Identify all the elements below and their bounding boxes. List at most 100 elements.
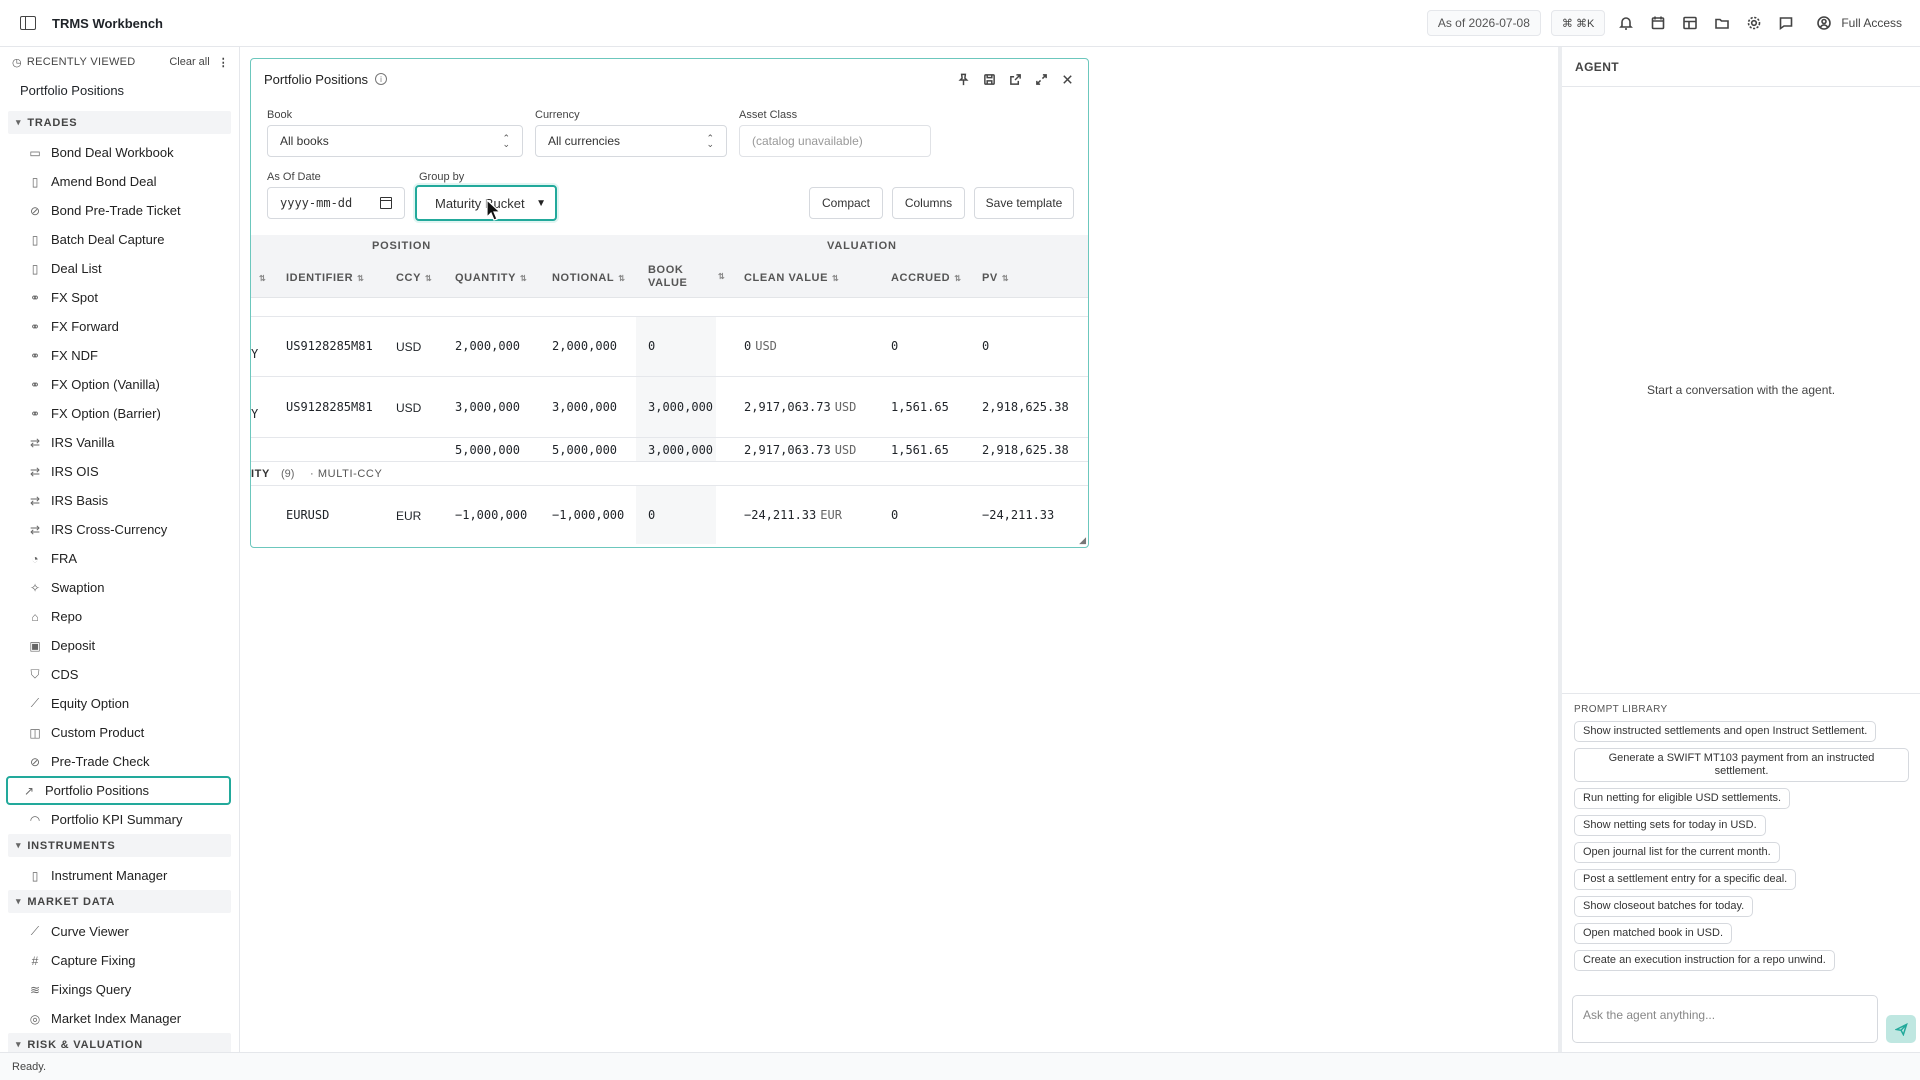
prompt-chip[interactable]: Post a settlement entry for a specific d…: [1574, 869, 1797, 890]
columns-button[interactable]: Columns: [892, 187, 965, 219]
sidebar-item-irs-ois[interactable]: ⇄ IRS OIS: [6, 457, 231, 486]
external-link-icon[interactable]: [1008, 72, 1022, 86]
panel-header: Portfolio Positions i: [251, 59, 1088, 99]
prompt-chip[interactable]: Run netting for eligible USD settlements…: [1574, 788, 1791, 809]
command-palette-button[interactable]: ⌘ ⌘K: [1550, 10, 1606, 36]
section-market-data[interactable]: ▾ MARKET DATA: [8, 890, 231, 913]
close-icon[interactable]: [1060, 72, 1074, 86]
col-pv[interactable]: PV ⇅: [982, 272, 1009, 284]
section-risk-valuation[interactable]: ▾ RISK & VALUATION: [8, 1033, 231, 1052]
full-access-button[interactable]: Full Access: [1813, 12, 1902, 34]
prompt-chip[interactable]: Show closeout batches for today.: [1574, 896, 1754, 917]
compact-button[interactable]: Compact: [809, 187, 883, 219]
info-icon[interactable]: i: [375, 73, 388, 85]
currency-select[interactable]: All currencies ⌃ ⌄: [535, 125, 727, 157]
col-accrued[interactable]: ACCRUED ⇅: [891, 272, 961, 284]
send-button[interactable]: [1886, 1015, 1916, 1043]
agent-input[interactable]: Ask the agent anything...: [1572, 995, 1878, 1043]
sort-icon[interactable]: ⇅: [718, 270, 725, 283]
pin-icon[interactable]: [956, 72, 970, 86]
layout-icon[interactable]: [1679, 12, 1701, 34]
sidebar-item-fx-option-vanilla[interactable]: ⚭ FX Option (Vanilla): [6, 370, 231, 399]
sidebar-item-fra[interactable]: ◔ FRA: [6, 544, 231, 573]
sidebar-item-equity-option[interactable]: ⟋ Equity Option: [6, 689, 231, 718]
bell-icon[interactable]: [1615, 12, 1637, 34]
sidebar-item-irs-vanilla[interactable]: ⇄ IRS Vanilla: [6, 428, 231, 457]
sort-icon[interactable]: ⇅: [1002, 274, 1009, 283]
sidebar-item-batch-deal-capture[interactable]: ▯ Batch Deal Capture: [6, 225, 231, 254]
sidebar-item-fx-option-barrier[interactable]: ⚭ FX Option (Barrier): [6, 399, 231, 428]
folder-icon[interactable]: [1711, 12, 1733, 34]
sidebar-item-deal-list[interactable]: ▯ Deal List: [6, 254, 231, 283]
prompt-chip[interactable]: Show netting sets for today in USD.: [1574, 815, 1766, 836]
sort-icon[interactable]: ⇅: [357, 274, 364, 283]
sidebar-item-deposit[interactable]: ▣ Deposit: [6, 631, 231, 660]
sidebar-item-fixings-query[interactable]: ≋ Fixings Query: [6, 975, 231, 1004]
sort-icon[interactable]: ⇅: [520, 274, 527, 283]
prompt-chip[interactable]: Open journal list for the current month.: [1574, 842, 1780, 863]
gear-icon[interactable]: [1743, 12, 1765, 34]
sidebar-item-amend-bond-deal[interactable]: ▯ Amend Bond Deal: [6, 167, 231, 196]
resize-handle-icon[interactable]: ◢: [1079, 535, 1086, 546]
prompt-chip[interactable]: Create an execution instruction for a re…: [1574, 950, 1835, 971]
sidebar-item-bond-deal-workbook[interactable]: ▭ Bond Deal Workbook: [6, 138, 231, 167]
sidebar-item-portfolio-positions[interactable]: ↗ Portfolio Positions: [6, 776, 231, 805]
link-icon: ⚭: [29, 290, 41, 305]
prompt-chip[interactable]: Generate a SWIFT MT103 payment from an i…: [1574, 748, 1909, 782]
prompt-chip[interactable]: Open matched book in USD.: [1574, 923, 1733, 944]
group-header-row[interactable]: ITY (9) · MULTI-CCY: [251, 462, 1088, 486]
sidebar-item-fx-spot[interactable]: ⚭ FX Spot: [6, 283, 231, 312]
prompt-chip[interactable]: Show instructed settlements and open Ins…: [1574, 721, 1877, 742]
table-row[interactable]: Y US9128285M81 USD 2,000,000 2,000,000 0…: [251, 317, 1088, 377]
sidebar-item-pre-trade-check[interactable]: ⊘ Pre-Trade Check: [6, 747, 231, 776]
calendar-icon[interactable]: [1647, 12, 1669, 34]
as-of-pill[interactable]: As of 2026-07-08: [1426, 10, 1541, 36]
sidebar-item-irs-cross-currency[interactable]: ⇄ IRS Cross-Currency: [6, 515, 231, 544]
sort-icon[interactable]: ⇅: [259, 274, 266, 283]
sidebar-item-fx-ndf[interactable]: ⚭ FX NDF: [6, 341, 231, 370]
sidebar-item-custom-product[interactable]: ◫ Custom Product: [6, 718, 231, 747]
sidebar-item-portfolio-kpi-summary[interactable]: ◠ Portfolio KPI Summary: [6, 805, 231, 834]
sidebar-item-cds[interactable]: ⛉ CDS: [6, 660, 231, 689]
timer-icon: ◔: [31, 551, 39, 566]
expand-icon[interactable]: [1034, 72, 1048, 86]
col-clean-value[interactable]: CLEAN VALUE ⇅: [744, 272, 839, 284]
sidebar-item-market-index-manager[interactable]: ◎ Market Index Manager: [6, 1004, 231, 1033]
col-ccy[interactable]: CCY ⇅: [396, 272, 432, 284]
col-book-value[interactable]: BOOK VALUE ⇅: [648, 264, 725, 290]
sidebar-toggle-icon[interactable]: [20, 16, 36, 30]
sidebar-item-irs-basis[interactable]: ⇄ IRS Basis: [6, 486, 231, 515]
sort-icon[interactable]: ⇅: [425, 274, 432, 283]
sidebar-item-fx-forward[interactable]: ⚭ FX Forward: [6, 312, 231, 341]
col-identifier[interactable]: IDENTIFIER ⇅: [286, 272, 364, 284]
sort-icon[interactable]: ⇅: [832, 274, 839, 283]
hash-icon: #: [31, 953, 39, 968]
recent-item[interactable]: Portfolio Positions: [0, 76, 239, 105]
clear-all-link[interactable]: Clear all: [169, 56, 209, 68]
sidebar-item-repo[interactable]: ⌂ Repo: [6, 602, 231, 631]
table-row[interactable]: EURUSD EUR −1,000,000 −1,000,000 0 −24,2…: [251, 486, 1088, 544]
shield-icon: ⛉: [30, 667, 40, 681]
chat-icon[interactable]: [1775, 12, 1797, 34]
save-icon[interactable]: [982, 72, 996, 86]
sidebar-item-bond-pre-trade-ticket[interactable]: ⊘ Bond Pre-Trade Ticket: [6, 196, 231, 225]
book-select[interactable]: All books ⌃ ⌄: [267, 125, 523, 157]
more-menu-icon[interactable]: ⋮: [218, 56, 229, 69]
sidebar: ◷ RECENTLY VIEWED Clear all ⋮ Portfolio …: [0, 47, 240, 1052]
cell-notional: 3,000,000: [552, 400, 618, 414]
calendar-icon[interactable]: [380, 197, 392, 209]
sidebar-item-swaption[interactable]: ✧ Swaption: [6, 573, 231, 602]
section-trades[interactable]: ▾ TRADES: [8, 111, 231, 134]
col-quantity[interactable]: QUANTITY ⇅: [455, 272, 527, 284]
sidebar-item-instrument-manager[interactable]: ▯ Instrument Manager: [6, 861, 231, 890]
save-template-button[interactable]: Save template: [974, 187, 1074, 219]
section-instruments[interactable]: ▾ INSTRUMENTS: [8, 834, 231, 857]
table-row[interactable]: Y US9128285M81 USD 3,000,000 3,000,000 3…: [251, 377, 1088, 438]
as-of-date-input[interactable]: yyyy-mm-dd: [267, 187, 405, 219]
sidebar-item-curve-viewer[interactable]: ⟋ Curve Viewer: [6, 917, 231, 946]
subtotal-pv: 2,918,625.38: [982, 443, 1069, 457]
sidebar-item-capture-fixing[interactable]: # Capture Fixing: [6, 946, 231, 975]
sort-icon[interactable]: ⇅: [618, 274, 625, 283]
sort-icon[interactable]: ⇅: [954, 274, 961, 283]
col-notional[interactable]: NOTIONAL ⇅: [552, 272, 625, 284]
